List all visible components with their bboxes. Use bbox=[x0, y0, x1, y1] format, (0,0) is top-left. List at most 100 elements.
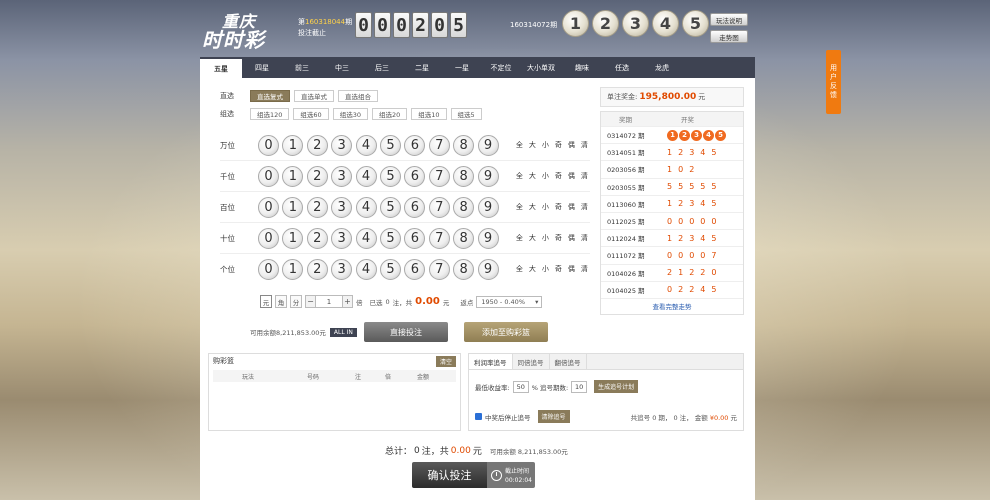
quick-select-option[interactable]: 全 bbox=[516, 233, 523, 243]
mode-group-120[interactable]: 组选120 bbox=[250, 108, 290, 120]
number-ball[interactable]: 6 bbox=[404, 258, 426, 280]
number-ball[interactable]: 1 bbox=[282, 134, 304, 156]
plus-button[interactable]: + bbox=[342, 295, 353, 308]
number-ball[interactable]: 0 bbox=[258, 196, 279, 218]
mode-direct-compound[interactable]: 直选复式 bbox=[250, 90, 290, 102]
mode-group-20[interactable]: 组选20 bbox=[371, 108, 408, 120]
tab-zhongsan[interactable]: 中三 bbox=[322, 57, 362, 78]
number-ball[interactable]: 0 bbox=[258, 134, 279, 156]
quick-select-option[interactable]: 清 bbox=[581, 264, 588, 274]
tab-quwei[interactable]: 趣味 bbox=[562, 57, 602, 78]
allin-button[interactable]: ALL IN bbox=[329, 327, 357, 337]
number-ball[interactable]: 0 bbox=[258, 258, 279, 280]
tab-chase-profit[interactable]: 利润率追号 bbox=[469, 354, 513, 369]
quick-select-option[interactable]: 小 bbox=[542, 264, 549, 274]
number-ball[interactable]: 6 bbox=[404, 227, 426, 249]
quick-select-option[interactable]: 偶 bbox=[568, 140, 575, 150]
tab-housan[interactable]: 后三 bbox=[362, 57, 402, 78]
number-ball[interactable]: 9 bbox=[477, 134, 499, 156]
number-ball[interactable]: 7 bbox=[428, 196, 450, 218]
cart-clear-button[interactable]: 清空 bbox=[435, 355, 456, 367]
unit-fen[interactable]: 分 bbox=[290, 295, 302, 308]
tab-sixing[interactable]: 四星 bbox=[242, 57, 282, 78]
number-ball[interactable]: 5 bbox=[379, 227, 401, 249]
number-ball[interactable]: 2 bbox=[306, 258, 328, 280]
tab-wuxing[interactable]: 五星 bbox=[200, 57, 242, 78]
number-ball[interactable]: 9 bbox=[477, 165, 499, 187]
add-to-cart-button[interactable]: 添加至购彩篮 bbox=[464, 322, 548, 342]
quick-select-option[interactable]: 大 bbox=[529, 140, 536, 150]
quick-select-option[interactable]: 大 bbox=[529, 202, 536, 212]
tab-erxing[interactable]: 二星 bbox=[402, 57, 442, 78]
quick-select-option[interactable]: 小 bbox=[542, 233, 549, 243]
number-ball[interactable]: 3 bbox=[331, 134, 353, 156]
number-ball[interactable]: 2 bbox=[306, 165, 328, 187]
number-ball[interactable]: 5 bbox=[379, 196, 401, 218]
tab-yixing[interactable]: 一星 bbox=[442, 57, 482, 78]
number-ball[interactable]: 2 bbox=[306, 227, 328, 249]
quick-select-option[interactable]: 奇 bbox=[555, 140, 562, 150]
number-ball[interactable]: 4 bbox=[355, 227, 377, 249]
quick-select-option[interactable]: 清 bbox=[581, 171, 588, 181]
number-ball[interactable]: 7 bbox=[428, 258, 450, 280]
rebate-select[interactable]: 1950 - 0.40% ▾ bbox=[476, 295, 543, 308]
quick-select-option[interactable]: 大 bbox=[529, 171, 536, 181]
mode-group-30[interactable]: 组选30 bbox=[332, 108, 368, 120]
quick-select-option[interactable]: 小 bbox=[542, 140, 549, 150]
number-ball[interactable]: 3 bbox=[331, 165, 353, 187]
number-ball[interactable]: 0 bbox=[258, 165, 279, 187]
number-ball[interactable]: 4 bbox=[355, 134, 377, 156]
number-ball[interactable]: 1 bbox=[282, 196, 304, 218]
number-ball[interactable]: 6 bbox=[404, 196, 426, 218]
number-ball[interactable]: 8 bbox=[453, 165, 475, 187]
clear-chase-button[interactable]: 清除追号 bbox=[537, 410, 570, 423]
mode-direct-combo[interactable]: 直选组合 bbox=[338, 90, 378, 102]
quick-select-option[interactable]: 大 bbox=[529, 264, 536, 274]
number-ball[interactable]: 8 bbox=[453, 196, 475, 218]
number-ball[interactable]: 1 bbox=[282, 165, 304, 187]
quick-select-option[interactable]: 偶 bbox=[568, 233, 575, 243]
confirm-bet-button[interactable]: 确认投注 bbox=[412, 462, 487, 488]
number-ball[interactable]: 8 bbox=[453, 227, 475, 249]
number-ball[interactable]: 1 bbox=[282, 258, 304, 280]
stop-on-win-checkbox[interactable] bbox=[475, 413, 482, 420]
tab-chase-double[interactable]: 翻倍追号 bbox=[550, 354, 587, 369]
trend-button[interactable]: 走势图 bbox=[710, 30, 748, 43]
tab-chase-same[interactable]: 同倍追号 bbox=[513, 354, 550, 369]
number-ball[interactable]: 9 bbox=[477, 227, 499, 249]
number-ball[interactable]: 5 bbox=[379, 165, 401, 187]
generate-plan-button[interactable]: 生成追号计划 bbox=[594, 380, 639, 393]
mode-group-5[interactable]: 组选5 bbox=[450, 108, 482, 120]
number-ball[interactable]: 5 bbox=[379, 258, 401, 280]
rules-button[interactable]: 玩法说明 bbox=[710, 13, 748, 26]
number-ball[interactable]: 6 bbox=[404, 165, 426, 187]
quick-select-option[interactable]: 奇 bbox=[555, 202, 562, 212]
quick-select-option[interactable]: 小 bbox=[542, 202, 549, 212]
minus-button[interactable]: − bbox=[305, 295, 316, 308]
number-ball[interactable]: 7 bbox=[428, 165, 450, 187]
number-ball[interactable]: 8 bbox=[453, 134, 475, 156]
mode-group-60[interactable]: 组选60 bbox=[293, 108, 329, 120]
mode-direct-single[interactable]: 直选单式 bbox=[294, 90, 334, 102]
number-ball[interactable]: 7 bbox=[428, 134, 450, 156]
issues-input[interactable]: 10 bbox=[571, 380, 588, 393]
quick-select-option[interactable]: 奇 bbox=[555, 171, 562, 181]
quick-select-option[interactable]: 全 bbox=[516, 171, 523, 181]
unit-yuan[interactable]: 元 bbox=[260, 295, 272, 308]
quick-select-option[interactable]: 全 bbox=[516, 202, 523, 212]
tab-longhu[interactable]: 龙虎 bbox=[642, 57, 682, 78]
tab-qiansan[interactable]: 前三 bbox=[282, 57, 322, 78]
number-ball[interactable]: 2 bbox=[306, 134, 328, 156]
multiple-input[interactable]: 1 bbox=[316, 295, 342, 308]
unit-jiao[interactable]: 角 bbox=[275, 295, 287, 308]
quick-select-option[interactable]: 小 bbox=[542, 171, 549, 181]
mode-group-10[interactable]: 组选10 bbox=[411, 108, 447, 120]
quick-select-option[interactable]: 奇 bbox=[555, 264, 562, 274]
direct-bet-button[interactable]: 直接投注 bbox=[364, 322, 448, 342]
number-ball[interactable]: 3 bbox=[331, 196, 353, 218]
quick-select-option[interactable]: 清 bbox=[581, 233, 588, 243]
quick-select-option[interactable]: 全 bbox=[516, 264, 523, 274]
number-ball[interactable]: 4 bbox=[355, 165, 377, 187]
number-ball[interactable]: 2 bbox=[306, 196, 328, 218]
number-ball[interactable]: 7 bbox=[428, 227, 450, 249]
